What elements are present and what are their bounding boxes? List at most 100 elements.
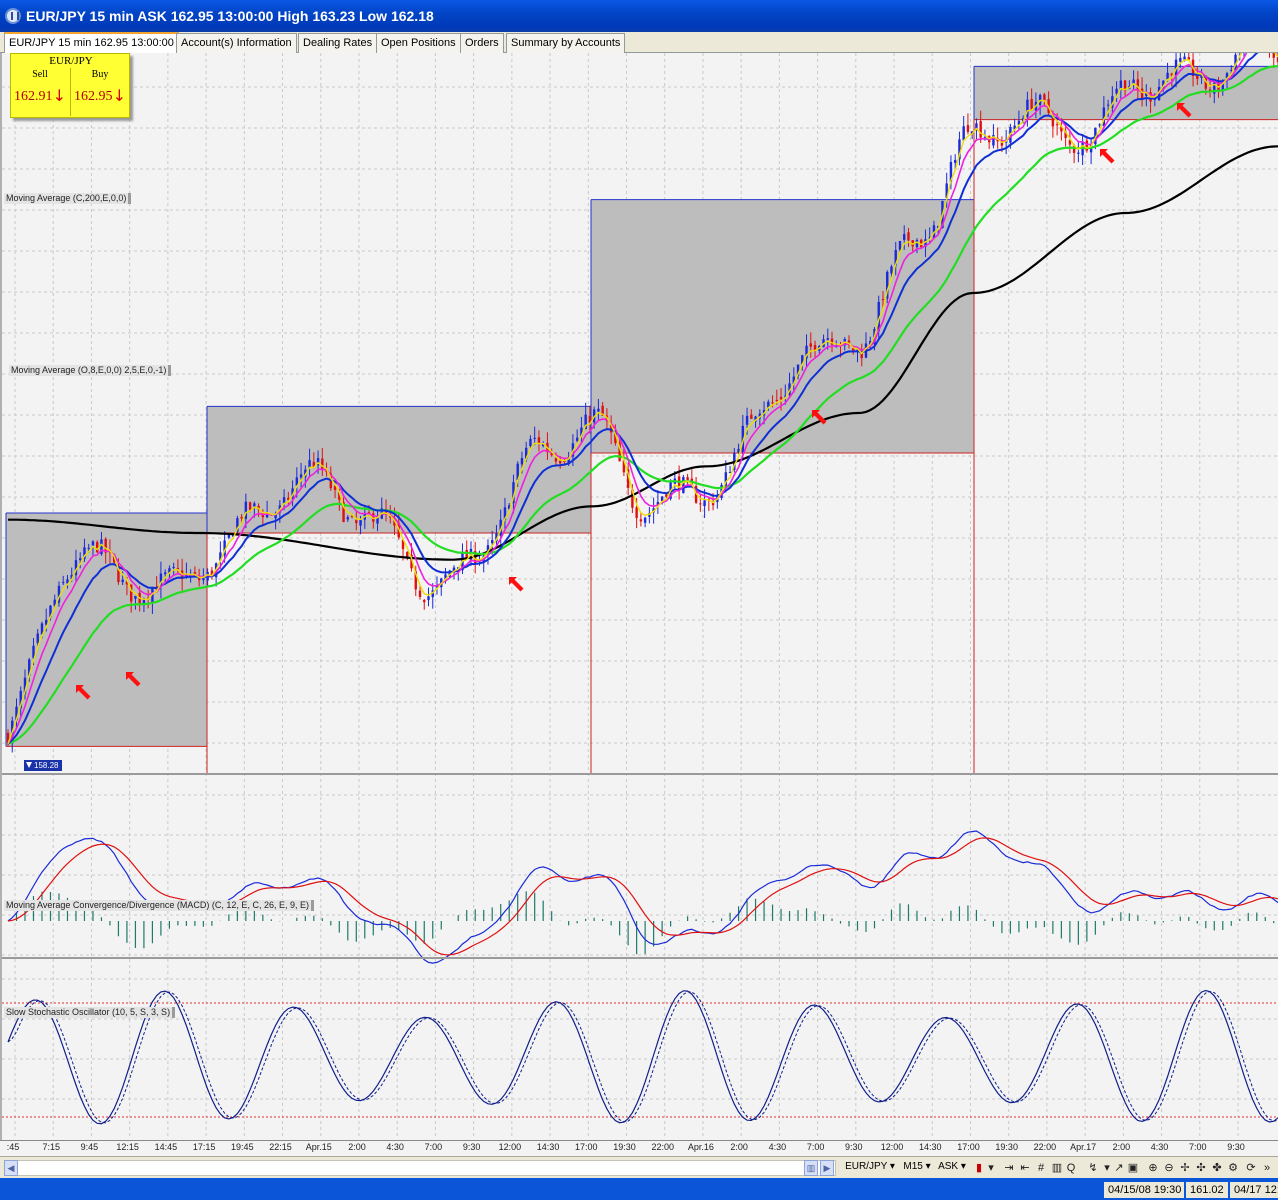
candle-body (898, 241, 902, 250)
quote-symbol: EUR/JPY (49, 55, 93, 67)
refresh-icon[interactable]: ⟳ (1244, 1160, 1258, 1176)
tab-dealing-rates[interactable]: Dealing Rates (298, 33, 378, 53)
measure-icon[interactable]: ✤ (1210, 1160, 1224, 1176)
time-tick-label: 14:30 (918, 1142, 942, 1152)
candle-body (406, 552, 409, 558)
tab-summary-by-accounts[interactable]: Summary by Accounts (506, 33, 626, 53)
candle-body (87, 547, 90, 549)
status-bar: 04/15/08 19:30 161.02 04/17 12: (0, 1178, 1278, 1200)
time-tick-label: Apr.17 (1070, 1142, 1097, 1152)
status-cursor-price: 161.02 (1186, 1182, 1228, 1198)
time-tick-label: 7:15 (42, 1142, 60, 1152)
candle-body (1098, 124, 1101, 126)
status-right-time: 04/17 12: (1230, 1182, 1278, 1198)
status-cursor-time: 04/15/08 19:30 (1104, 1182, 1184, 1198)
candle-body (418, 590, 422, 598)
chart-area[interactable] (0, 53, 1278, 1155)
candle-body (1166, 72, 1169, 80)
grid-icon[interactable]: # (1034, 1160, 1048, 1176)
candle-body (91, 541, 95, 546)
candle-body (903, 234, 906, 240)
tab-orders[interactable]: Orders (460, 33, 504, 53)
text-icon[interactable]: ▣ (1126, 1160, 1140, 1176)
candle-body (346, 517, 349, 520)
more-icon[interactable]: » (1260, 1160, 1274, 1176)
ma200-label[interactable]: Moving Average (C,200,E,0,0) (4, 193, 132, 204)
candle-body (881, 299, 885, 301)
tab-bar: EUR/JPY 15 min 162.95 13:00:00 Account(s… (0, 32, 1278, 53)
time-tick-label: 4:30 (768, 1142, 787, 1152)
candle-body (771, 402, 774, 404)
candle-body (95, 542, 99, 553)
time-tick-label: Apr.15 (305, 1142, 332, 1152)
time-tick-label: 7:00 (1189, 1142, 1207, 1152)
time-tick-label: 14:45 (154, 1142, 178, 1152)
time-tick-label: 14:30 (536, 1142, 560, 1152)
app-icon (5, 8, 21, 24)
tab-accounts-information[interactable]: Account(s) Information (176, 33, 297, 53)
buy-down-arrow-icon: ↓ (112, 86, 126, 105)
candle-body (554, 458, 558, 462)
time-tick-label: 9:30 (845, 1142, 863, 1152)
volume-icon[interactable]: ▥ (1050, 1160, 1064, 1176)
shift-chart-icon[interactable]: ⇥ (1002, 1160, 1016, 1176)
zoom-out-icon[interactable]: ⊖ (1162, 1160, 1176, 1176)
tab-chart[interactable]: EUR/JPY 15 min 162.95 13:00:00 (4, 32, 179, 53)
candle-body (1043, 94, 1046, 101)
zoom-in-icon[interactable]: ⊕ (1146, 1160, 1160, 1176)
candle-body (826, 338, 829, 340)
quote-box[interactable]: EUR/JPY Sell 162.91 ↓ Buy 162.95 ↓ (10, 53, 130, 118)
time-tick-label: 2:00 (348, 1142, 366, 1152)
symbol-select[interactable]: EUR/JPY ▾ (842, 1160, 898, 1176)
horizontal-scrollbar[interactable] (4, 1160, 836, 1176)
candle-body (121, 579, 124, 583)
scroll-right-icon[interactable]: ▶ (820, 1160, 834, 1176)
candle-body (240, 516, 243, 519)
query-icon[interactable]: Q (1064, 1160, 1078, 1176)
settings-icon[interactable]: ⚙ (1226, 1160, 1240, 1176)
candle-body (253, 503, 256, 507)
chart-type-dropdown-icon[interactable]: ▾ (984, 1160, 998, 1176)
candle-body (355, 520, 358, 524)
sell-label: Sell (32, 69, 48, 80)
autoscroll-icon[interactable]: ⇤ (1018, 1160, 1032, 1176)
buy-panel[interactable]: Buy 162.95 ↓ (71, 68, 129, 116)
candle-body (36, 633, 39, 644)
stochastic-label[interactable]: Slow Stochastic Oscillator (10, 5, S, 3,… (4, 1007, 176, 1018)
symbol-select-value: EUR/JPY (845, 1161, 888, 1172)
candle-body (779, 396, 783, 400)
scroll-thumb-icon[interactable]: ▥ (804, 1160, 818, 1176)
draw-line-icon[interactable]: ↯ (1086, 1160, 1100, 1176)
sell-price: 162.91 (14, 89, 53, 104)
candle-body (359, 519, 362, 526)
macd-label[interactable]: Moving Average Convergence/Divergence (M… (4, 900, 314, 911)
time-tick-label: 7:00 (424, 1142, 443, 1152)
candle-body (423, 600, 426, 603)
candle-body (703, 500, 706, 506)
candle-body (529, 438, 532, 447)
time-tick-label: 17:00 (957, 1142, 980, 1152)
range-box (591, 199, 974, 453)
sell-panel[interactable]: Sell 162.91 ↓ (11, 68, 69, 116)
candle-body (558, 460, 562, 464)
time-tick-label: 4:30 (1150, 1142, 1169, 1152)
candle-body (427, 596, 430, 601)
candle-body (686, 477, 689, 481)
time-tick-label: 17:15 (192, 1142, 216, 1152)
trading-window: EUR/JPY 15 min ASK 162.95 13:00:00 High … (0, 0, 1278, 1200)
tab-open-positions[interactable]: Open Positions (376, 33, 461, 53)
ma-overlay-label[interactable]: Moving Average (O,8,E,0,0) 2,5,E,0,-1) (9, 365, 172, 376)
candle-body (134, 596, 137, 599)
time-tick-label: 4:30 (386, 1142, 404, 1152)
last-price-badge: 158.28 (24, 760, 62, 771)
cursor-icon[interactable]: ✣ (1194, 1160, 1208, 1176)
candle-body (321, 458, 324, 470)
price-select[interactable]: ASK ▾ (936, 1160, 968, 1176)
period-select[interactable]: M15 ▾ (900, 1160, 934, 1176)
candle-body (699, 503, 702, 505)
candle-body (775, 399, 778, 401)
scroll-left-icon[interactable]: ◀ (4, 1160, 18, 1176)
crosshair-icon[interactable]: ✢ (1178, 1160, 1192, 1176)
chart-toolbar: ◀ ▥ ▶ EUR/JPY ▾ M15 ▾ ASK ▾ ▮ ▾ ⇥ ⇤ # ▥ … (0, 1156, 1278, 1178)
trend-icon[interactable]: ↗ (1112, 1160, 1126, 1176)
